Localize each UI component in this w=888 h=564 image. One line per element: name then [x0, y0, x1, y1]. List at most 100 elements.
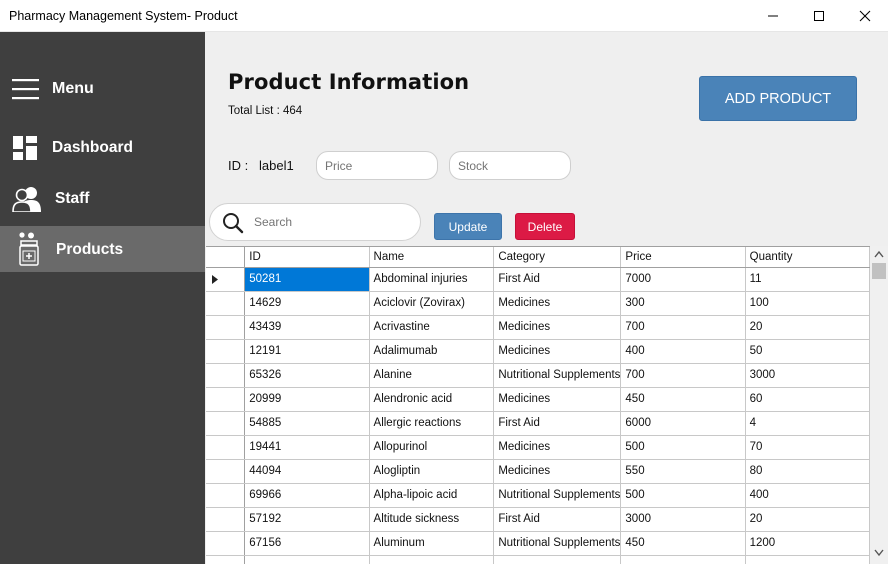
row-header[interactable] [206, 339, 246, 364]
cell-quantity[interactable] [745, 555, 870, 564]
cell-id[interactable]: 14629 [244, 291, 370, 316]
delete-button[interactable]: Delete [515, 213, 575, 240]
table-row[interactable]: 65326 Alanine Nutritional Supplements 700 30… [206, 363, 870, 388]
column-header-name[interactable]: Name [369, 247, 495, 268]
cell-price[interactable]: 500 [620, 435, 746, 460]
cell-quantity[interactable]: 400 [745, 483, 870, 508]
column-header-quantity[interactable]: Quantity [745, 247, 870, 268]
row-header[interactable] [206, 531, 246, 556]
row-header[interactable] [206, 315, 246, 340]
column-header-price[interactable]: Price [620, 247, 746, 268]
cell-price[interactable]: 7000 [620, 267, 746, 292]
sidebar-item-products[interactable]: Products [0, 226, 205, 272]
row-header[interactable] [206, 555, 246, 564]
cell-price[interactable]: 500 [620, 483, 746, 508]
column-header-id[interactable]: ID [244, 247, 370, 268]
cell-name[interactable]: Alendronic acid [369, 387, 495, 412]
sidebar-menu-toggle[interactable]: Menu [0, 68, 205, 110]
cell-name[interactable]: Aluminum [369, 531, 495, 556]
row-header[interactable] [206, 387, 246, 412]
cell-quantity[interactable]: 20 [745, 315, 870, 340]
cell-quantity[interactable]: 4 [745, 411, 870, 436]
cell-category[interactable]: Medicines [493, 459, 622, 484]
cell-price[interactable]: 6000 [620, 411, 746, 436]
cell-id[interactable]: 69966 [244, 483, 370, 508]
row-header[interactable] [206, 267, 246, 292]
row-header[interactable] [206, 363, 246, 388]
row-header[interactable] [206, 435, 246, 460]
column-header-category[interactable]: Category [493, 247, 622, 268]
sidebar-item-dashboard[interactable]: Dashboard [0, 128, 205, 168]
table-row[interactable]: 19441 Allopurinol Medicines 500 70 [206, 435, 870, 460]
cell-quantity[interactable]: 80 [745, 459, 870, 484]
minimize-button[interactable] [750, 0, 796, 32]
cell-price[interactable]: 450 [620, 387, 746, 412]
row-header[interactable] [206, 411, 246, 436]
add-product-button[interactable]: ADD PRODUCT [699, 76, 857, 121]
cell-name[interactable]: Altitude sickness [369, 507, 495, 532]
maximize-button[interactable] [796, 0, 842, 32]
cell-quantity[interactable]: 100 [745, 291, 870, 316]
sidebar-item-staff[interactable]: Staff [0, 179, 205, 219]
cell-quantity[interactable]: 20 [745, 507, 870, 532]
cell-quantity[interactable]: 1200 [745, 531, 870, 556]
close-button[interactable] [842, 0, 888, 32]
cell-price[interactable]: 700 [620, 363, 746, 388]
cell-quantity[interactable]: 50 [745, 339, 870, 364]
cell-quantity[interactable]: 60 [745, 387, 870, 412]
price-input[interactable] [316, 151, 438, 180]
cell-price[interactable] [620, 555, 746, 564]
table-row[interactable]: 50281 Abdominal injuries First Aid 7000 11 [206, 267, 870, 292]
cell-price[interactable]: 550 [620, 459, 746, 484]
cell-category[interactable]: Medicines [493, 339, 622, 364]
table-row[interactable]: 20999 Alendronic acid Medicines 450 60 [206, 387, 870, 412]
cell-id[interactable]: 65326 [244, 363, 370, 388]
cell-category[interactable]: Nutritional Supplements [493, 531, 622, 556]
product-table[interactable]: ID Name Category Price Quantity 50281 Abd… [206, 246, 870, 564]
cell-name[interactable]: Alpha-lipoic acid [369, 483, 495, 508]
cell-id[interactable]: 43439 [244, 315, 370, 340]
row-header[interactable] [206, 459, 246, 484]
search-input[interactable] [254, 213, 404, 231]
cell-id[interactable]: 54885 [244, 411, 370, 436]
cell-price[interactable]: 700 [620, 315, 746, 340]
cell-id[interactable] [244, 555, 370, 564]
stock-input[interactable] [449, 151, 571, 180]
cell-quantity[interactable]: 70 [745, 435, 870, 460]
cell-category[interactable]: Medicines [493, 387, 622, 412]
cell-price[interactable]: 3000 [620, 507, 746, 532]
table-row[interactable]: 57192 Altitude sickness First Aid 3000 20 [206, 507, 870, 532]
cell-id[interactable]: 19441 [244, 435, 370, 460]
table-row[interactable]: 43439 Acrivastine Medicines 700 20 [206, 315, 870, 340]
cell-id[interactable]: 12191 [244, 339, 370, 364]
table-row[interactable]: 69966 Alpha-lipoic acid Nutritional Supple… [206, 483, 870, 508]
row-header[interactable] [206, 291, 246, 316]
scroll-up-arrow-icon[interactable] [874, 250, 884, 258]
update-button[interactable]: Update [434, 213, 502, 240]
row-header[interactable] [206, 483, 246, 508]
cell-name[interactable]: Acrivastine [369, 315, 495, 340]
cell-category[interactable]: Nutritional Supplements [493, 483, 622, 508]
cell-id[interactable]: 20999 [244, 387, 370, 412]
table-row[interactable]: 12191 Adalimumab Medicines 400 50 [206, 339, 870, 364]
cell-category[interactable] [493, 555, 622, 564]
scrollbar-thumb[interactable] [872, 263, 886, 279]
cell-category[interactable]: Medicines [493, 291, 622, 316]
cell-category[interactable]: Medicines [493, 315, 622, 340]
cell-quantity[interactable]: 11 [745, 267, 870, 292]
vertical-scrollbar[interactable] [870, 246, 888, 564]
table-row[interactable]: 14629 Aciclovir (Zovirax) Medicines 300 100 [206, 291, 870, 316]
cell-category[interactable]: First Aid [493, 507, 622, 532]
cell-name[interactable]: Allergic reactions [369, 411, 495, 436]
cell-id[interactable]: 67156 [244, 531, 370, 556]
cell-id[interactable]: 50281 [244, 267, 370, 292]
cell-category[interactable]: Medicines [493, 435, 622, 460]
cell-category[interactable]: Nutritional Supplements [493, 363, 622, 388]
cell-name[interactable]: Aciclovir (Zovirax) [369, 291, 495, 316]
cell-name[interactable]: Adalimumab [369, 339, 495, 364]
cell-price[interactable]: 300 [620, 291, 746, 316]
cell-quantity[interactable]: 3000 [745, 363, 870, 388]
cell-price[interactable]: 450 [620, 531, 746, 556]
cell-id[interactable]: 44094 [244, 459, 370, 484]
cell-name[interactable]: Alogliptin [369, 459, 495, 484]
